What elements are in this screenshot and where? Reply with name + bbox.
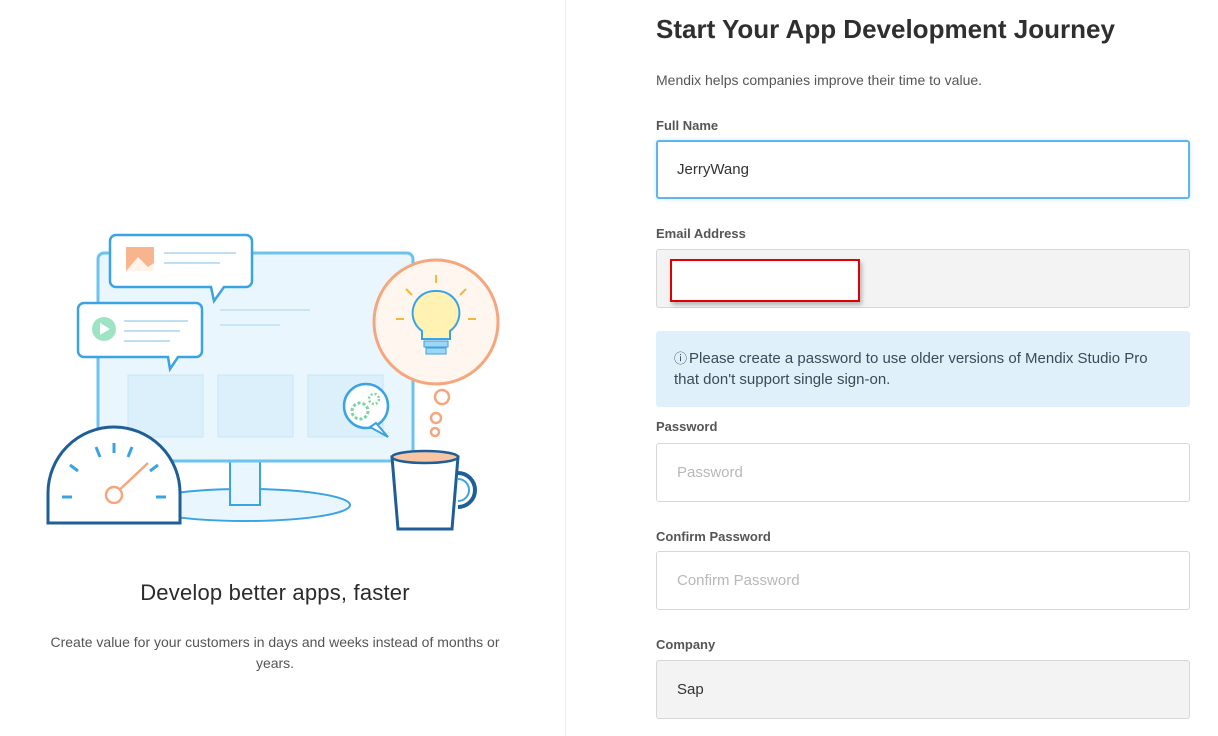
email-label: Email Address (656, 226, 746, 241)
redaction-box (670, 259, 860, 302)
signup-page: Develop better apps, faster Create value… (0, 0, 1218, 736)
password-label: Password (656, 419, 718, 434)
confirm-password-label: Confirm Password (656, 529, 771, 544)
coffee-mug-icon (390, 449, 477, 531)
full-name-label: Full Name (656, 118, 719, 133)
confirm-password-input[interactable] (656, 551, 1190, 610)
password-input[interactable] (656, 443, 1190, 502)
form-subtitle: Mendix helps companies improve their tim… (656, 72, 983, 88)
promo-description: Create value for your customers in days … (50, 634, 500, 671)
company-input[interactable] (656, 660, 1190, 719)
info-text: Please create a password to use older ve… (674, 350, 1148, 388)
panel-divider (565, 0, 566, 736)
password-info-box: ⓘ Please create a password to use older v… (656, 331, 1190, 407)
promo-panel: Develop better apps, faster Create value… (0, 0, 565, 736)
info-circle-icon: ⓘ (674, 351, 688, 366)
lightbulb-icon (372, 258, 500, 386)
promo-title: Develop better apps, faster (140, 580, 410, 605)
company-label: Company (656, 637, 716, 652)
form-title: Start Your App Development Journey (656, 14, 1115, 44)
app-development-illustration (46, 233, 500, 531)
full-name-input[interactable] (656, 140, 1190, 199)
